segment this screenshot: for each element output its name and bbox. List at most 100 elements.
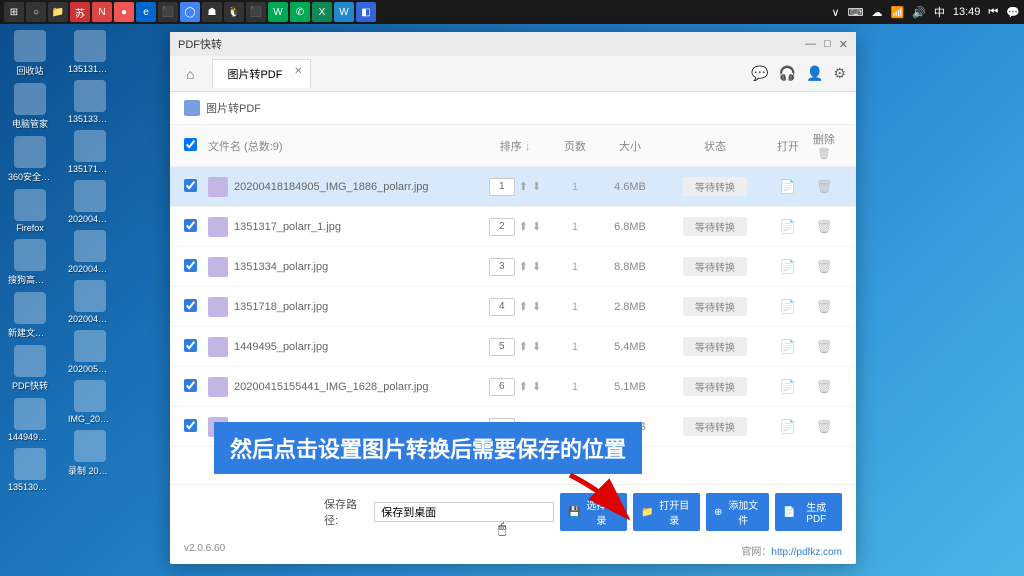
tab-image-to-pdf[interactable]: 图片转PDF ✕ bbox=[212, 59, 311, 88]
row-checkbox[interactable] bbox=[184, 339, 197, 352]
tab-close-icon[interactable]: ✕ bbox=[294, 66, 302, 77]
desktop-item[interactable]: IMG_2020... bbox=[68, 380, 112, 424]
task-icon[interactable]: 苏 bbox=[70, 2, 90, 22]
headset-icon[interactable]: 🎧 bbox=[779, 65, 796, 82]
down-icon[interactable]: ⬇ bbox=[532, 340, 541, 353]
chat-icon[interactable]: 💬 bbox=[751, 65, 768, 82]
order-input[interactable]: 5 bbox=[489, 338, 515, 356]
desktop-item[interactable]: 录制 2020_06... bbox=[68, 430, 112, 477]
delete-row-icon[interactable]: 🗑 bbox=[806, 339, 842, 355]
task-icon[interactable]: ⬛ bbox=[158, 2, 178, 22]
task-icon[interactable]: N bbox=[92, 2, 112, 22]
home-icon[interactable]: ⌂ bbox=[180, 66, 200, 82]
start-icon[interactable]: ⊞ bbox=[4, 2, 24, 22]
task-icon[interactable]: ⬛ bbox=[246, 2, 266, 22]
task-icon[interactable]: W bbox=[334, 2, 354, 22]
delete-row-icon[interactable]: 🗑 bbox=[806, 419, 842, 435]
task-icon[interactable]: ☗ bbox=[202, 2, 222, 22]
desktop-item[interactable]: 20200418... bbox=[68, 280, 112, 324]
open-file-icon[interactable]: 📄 bbox=[770, 379, 806, 395]
desktop-item[interactable]: 360安全浏览器 bbox=[8, 136, 52, 183]
close-button[interactable]: ✕ bbox=[839, 38, 848, 51]
task-icon[interactable]: W bbox=[268, 2, 288, 22]
gear-icon[interactable]: ⚙ bbox=[833, 65, 846, 82]
notification-icon[interactable]: 💬 bbox=[1006, 6, 1020, 19]
up-icon[interactable]: ⬆ bbox=[519, 220, 528, 233]
generate-pdf-button[interactable]: 📄 生成PDF bbox=[775, 493, 842, 531]
down-icon[interactable]: ⬇ bbox=[532, 380, 541, 393]
desktop-item[interactable]: 1351317_... bbox=[68, 30, 112, 74]
open-dir-button[interactable]: 📁 打开目录 bbox=[633, 493, 700, 531]
delete-row-icon[interactable]: 🗑 bbox=[806, 259, 842, 275]
down-icon[interactable]: ⬇ bbox=[532, 220, 541, 233]
desktop-item[interactable]: 1351302_... bbox=[8, 448, 52, 492]
down-icon[interactable]: ⬇ bbox=[532, 260, 541, 273]
table-row[interactable]: 1351718_polarr.jpg4⬆⬇12.8MB等待转换📄🗑 bbox=[170, 287, 856, 327]
row-checkbox[interactable] bbox=[184, 219, 197, 232]
table-row[interactable]: 20200418184905_IMG_1886_polarr.jpg1⬆⬇14.… bbox=[170, 167, 856, 207]
col-sort[interactable]: 排序 bbox=[500, 141, 522, 153]
task-icon[interactable]: 📁 bbox=[48, 2, 68, 22]
delete-row-icon[interactable]: 🗑 bbox=[806, 219, 842, 235]
down-icon[interactable]: ⬇ bbox=[532, 300, 541, 313]
tray-icon[interactable]: ⌨ bbox=[848, 6, 864, 19]
table-row[interactable]: 20200415155441_IMG_1628_polarr.jpg6⬆⬇15.… bbox=[170, 367, 856, 407]
row-checkbox[interactable] bbox=[184, 259, 197, 272]
minimize-button[interactable]: — bbox=[805, 38, 816, 51]
order-input[interactable]: 3 bbox=[489, 258, 515, 276]
select-all-checkbox[interactable] bbox=[184, 138, 197, 151]
desktop-item[interactable]: 搜狗高速浏览器 bbox=[8, 239, 52, 286]
desktop-item[interactable]: 电脑管家 bbox=[8, 83, 52, 130]
task-icon[interactable]: ◯ bbox=[180, 2, 200, 22]
desktop-item[interactable]: 回收站 bbox=[8, 30, 52, 77]
order-input[interactable]: 2 bbox=[489, 218, 515, 236]
desktop-item[interactable]: Firefox bbox=[8, 189, 52, 233]
cloud-icon[interactable]: ☁ bbox=[871, 6, 882, 19]
tray-icon[interactable]: ∨ bbox=[832, 6, 840, 19]
trash-icon[interactable]: 🗑 bbox=[817, 148, 831, 160]
open-file-icon[interactable]: 📄 bbox=[770, 339, 806, 355]
order-input[interactable]: 1 bbox=[489, 178, 515, 196]
down-icon[interactable]: ⬇ bbox=[532, 180, 541, 193]
add-file-button[interactable]: ⊕ 添加文件 bbox=[706, 493, 769, 531]
tray-icon[interactable]: ⏮ bbox=[988, 6, 998, 19]
desktop-item[interactable]: 1351718_... bbox=[68, 130, 112, 174]
task-icon[interactable]: ◧ bbox=[356, 2, 376, 22]
table-row[interactable]: 1351334_polarr.jpg3⬆⬇18.8MB等待转换📄🗑 bbox=[170, 247, 856, 287]
delete-row-icon[interactable]: 🗑 bbox=[806, 379, 842, 395]
desktop-item[interactable]: 20200415... bbox=[68, 180, 112, 224]
task-icon[interactable]: X bbox=[312, 2, 332, 22]
order-input[interactable]: 6 bbox=[489, 378, 515, 396]
open-file-icon[interactable]: 📄 bbox=[770, 299, 806, 315]
task-icon[interactable]: e bbox=[136, 2, 156, 22]
up-icon[interactable]: ⬆ bbox=[519, 380, 528, 393]
order-input[interactable]: 4 bbox=[489, 298, 515, 316]
row-checkbox[interactable] bbox=[184, 299, 197, 312]
delete-row-icon[interactable]: 🗑 bbox=[806, 179, 842, 195]
user-icon[interactable]: 👤 bbox=[806, 65, 823, 82]
row-checkbox[interactable] bbox=[184, 419, 197, 432]
table-row[interactable]: 1449495_polarr.jpg5⬆⬇15.4MB等待转换📄🗑 bbox=[170, 327, 856, 367]
up-icon[interactable]: ⬆ bbox=[519, 180, 528, 193]
delete-row-icon[interactable]: 🗑 bbox=[806, 299, 842, 315]
row-checkbox[interactable] bbox=[184, 379, 197, 392]
task-icon[interactable]: ● bbox=[114, 2, 134, 22]
open-file-icon[interactable]: 📄 bbox=[770, 219, 806, 235]
maximize-button[interactable]: □ bbox=[824, 38, 831, 51]
desktop-item[interactable]: 新建文件夹 bbox=[8, 292, 52, 339]
desktop-item[interactable]: 1351334_... bbox=[68, 80, 112, 124]
lang-indicator[interactable]: 中 bbox=[934, 4, 945, 20]
open-file-icon[interactable]: 📄 bbox=[770, 419, 806, 435]
save-path-input[interactable] bbox=[374, 502, 554, 522]
up-icon[interactable]: ⬆ bbox=[519, 260, 528, 273]
site-link[interactable]: http://pdfkz.com bbox=[771, 547, 842, 558]
up-icon[interactable]: ⬆ bbox=[519, 340, 528, 353]
desktop-item[interactable]: 1449495_... bbox=[8, 398, 52, 442]
sort-arrow-icon[interactable]: ↓ bbox=[525, 141, 531, 153]
select-dir-button[interactable]: 💾 选择目录 bbox=[560, 493, 627, 531]
desktop-item[interactable]: 20200418... bbox=[68, 230, 112, 274]
task-icon[interactable]: ✆ bbox=[290, 2, 310, 22]
wifi-icon[interactable]: 📶 bbox=[890, 6, 904, 19]
volume-icon[interactable]: 🔊 bbox=[912, 6, 926, 19]
open-file-icon[interactable]: 📄 bbox=[770, 259, 806, 275]
